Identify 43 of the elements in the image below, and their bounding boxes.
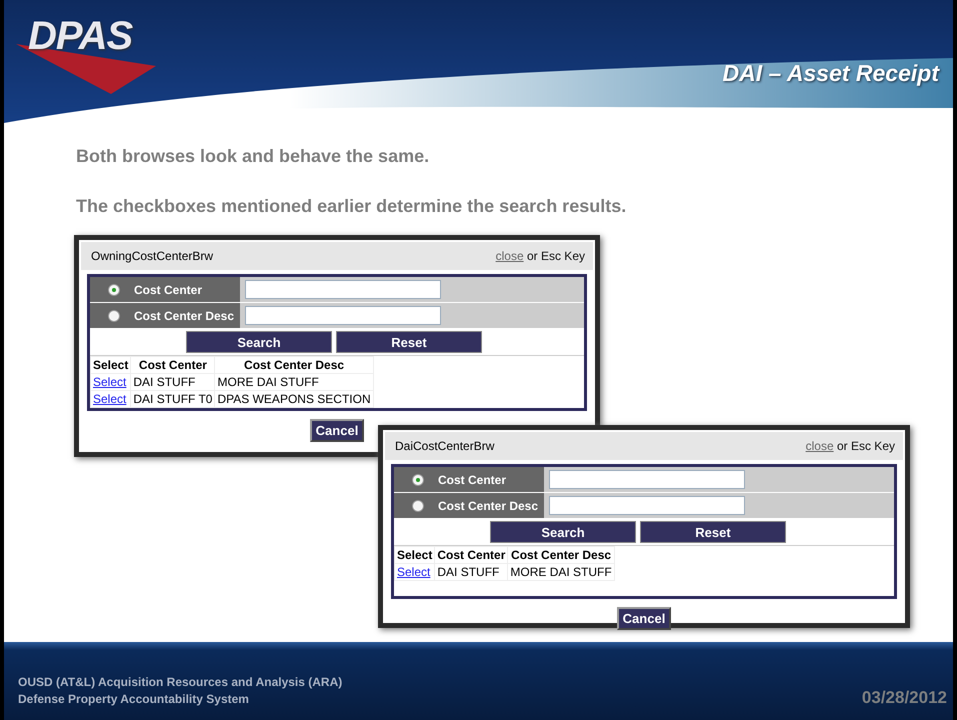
form-button[interactable]: Search [186, 331, 332, 353]
input-field[interactable] [245, 306, 441, 325]
option-label: Cost Center Desc [134, 308, 234, 322]
dialog-title: DaiCostCenterBrw [395, 439, 494, 453]
footer-text: OUSD (AT&L) Acquisition Resources and Analysis (ARA) [18, 674, 342, 691]
table-cell: MORE DAI STUFF [217, 375, 319, 389]
column-header: Select [394, 546, 435, 564]
table-cell: DAI STUFF T0 [133, 392, 212, 406]
column-header: Cost Center Desc [508, 546, 614, 564]
date-text: 03/28/2012 [862, 688, 947, 708]
form-button[interactable]: Reset [640, 521, 786, 543]
table-cell: DAI STUFF [133, 375, 196, 389]
column-header: Cost Center [130, 356, 215, 374]
form-button[interactable]: Search [490, 521, 636, 543]
column-header: Cost Center [434, 546, 508, 564]
table-cell: DPAS WEAPONS SECTION [217, 392, 371, 406]
dialog-title: OwningCostCenterBrw [91, 249, 214, 263]
input-field[interactable] [245, 280, 441, 299]
footer-text: Defense Property Accountability System [18, 691, 250, 708]
input-field[interactable] [549, 470, 745, 489]
cancel-button[interactable]: Cancel [310, 419, 364, 442]
body-text: The checkboxes mentioned earlier determine the search results. [76, 196, 628, 216]
radio-button[interactable] [108, 310, 120, 322]
column-header: Cost Center Desc [214, 356, 374, 374]
option-label: Cost Center Desc [438, 498, 538, 512]
radio-button[interactable] [412, 474, 424, 486]
option-label: Cost Center [438, 472, 506, 486]
column-header: Select [90, 356, 131, 374]
radio-button[interactable] [412, 500, 424, 512]
slide-title: DAI – Asset Receipt [722, 60, 939, 87]
table-cell: MORE DAI STUFF [510, 565, 612, 579]
input-field[interactable] [549, 496, 745, 515]
close-hint: or Esc Key [836, 439, 895, 453]
body-text: Both browses look and behave the same. [76, 146, 430, 166]
table-cell: DAI STUFF [437, 565, 500, 579]
close-hint: or Esc Key [526, 249, 585, 263]
form-button[interactable]: Reset [336, 331, 482, 353]
option-label: Cost Center [134, 282, 202, 296]
close-link[interactable]: close [496, 249, 524, 263]
cancel-button[interactable]: Cancel [616, 607, 672, 630]
close-link[interactable]: close [806, 439, 834, 453]
logo-text: DPAS [28, 14, 132, 59]
radio-button[interactable] [108, 284, 120, 296]
